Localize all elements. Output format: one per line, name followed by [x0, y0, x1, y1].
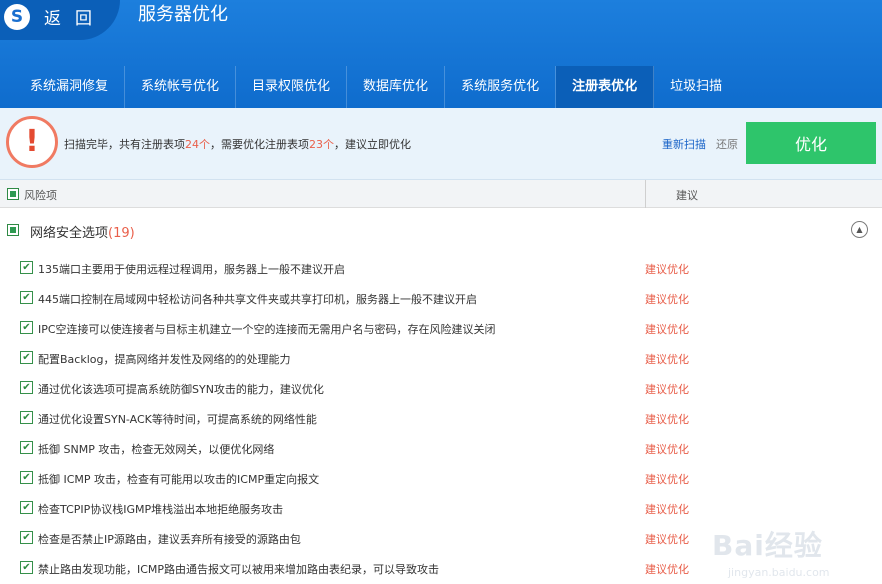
item-checkbox[interactable]: ✔: [20, 561, 33, 574]
watermark-text: Bai经验: [712, 529, 823, 562]
list-item: ✔ 135端口主要用于使用远程过程调用，服务器上一般不建议开启 建议优化: [0, 253, 882, 283]
back-button-area[interactable]: S 返回: [0, 0, 120, 40]
column-risk: 风险项: [24, 189, 57, 202]
list-item: ✔ 445端口控制在局域网中轻松访问各种共享文件夹或共享打印机，服务器上一般不建…: [0, 283, 882, 313]
item-advice: 建议优化: [645, 443, 689, 456]
column-header: 风险项 建议: [0, 180, 882, 208]
tab-registry[interactable]: 注册表优化: [556, 66, 655, 108]
item-description: 检查是否禁止IP源路由，建议丢弃所有接受的源路由包: [38, 533, 301, 546]
list-item: ✔ 抵御 ICMP 攻击，检查有可能用以攻击的ICMP重定向报文 建议优化: [0, 463, 882, 493]
warning-icon: !: [6, 116, 58, 168]
status-text-3: ，建议立即优化: [334, 138, 411, 151]
list-item: ✔ 通过优化设置SYN-ACK等待时间，可提高系统的网络性能 建议优化: [0, 403, 882, 433]
header-bar: S 返回 服务器优化 系统漏洞修复 系统帐号优化 目录权限优化 数据库优化 系统…: [0, 0, 882, 108]
category-title-text: 网络安全选项: [30, 226, 109, 241]
list-item: ✔ 配置Backlog，提高网络并发性及网络的的处理能力 建议优化: [0, 343, 882, 373]
list-item: ✔ 检查TCPIP协议栈IGMP堆栈溢出本地拒绝服务攻击 建议优化: [0, 493, 882, 523]
item-description: IPC空连接可以使连接者与目标主机建立一个空的连接而无需用户名与密码，存在风险建…: [38, 323, 496, 336]
tab-bar: 系统漏洞修复 系统帐号优化 目录权限优化 数据库优化 系统服务优化 注册表优化 …: [14, 66, 738, 108]
total-count: 24个: [185, 138, 210, 151]
item-checkbox[interactable]: ✔: [20, 411, 33, 424]
warning-mark: !: [25, 124, 39, 159]
item-advice: 建议优化: [645, 533, 689, 546]
item-advice: 建议优化: [645, 503, 689, 516]
item-description: 445端口控制在局域网中轻松访问各种共享文件夹或共享打印机，服务器上一般不建议开…: [38, 293, 477, 306]
item-checkbox[interactable]: ✔: [20, 321, 33, 334]
list-item: ✔ 抵御 SNMP 攻击，检查无效网关，以便优化网络 建议优化: [0, 433, 882, 463]
tab-junk-scan[interactable]: 垃圾扫描: [654, 66, 738, 108]
item-checkbox[interactable]: ✔: [20, 351, 33, 364]
status-text-2: ，需要优化注册表项: [210, 138, 309, 151]
item-checkbox[interactable]: ✔: [20, 291, 33, 304]
item-description: 检查TCPIP协议栈IGMP堆栈溢出本地拒绝服务攻击: [38, 503, 284, 516]
column-advice: 建议: [676, 189, 698, 202]
tab-system-vuln-fix[interactable]: 系统漏洞修复: [14, 66, 126, 108]
collapse-icon[interactable]: ▲: [851, 221, 868, 238]
item-checkbox[interactable]: ✔: [20, 531, 33, 544]
item-checkbox[interactable]: ✔: [20, 441, 33, 454]
optimize-button[interactable]: 优化: [746, 122, 876, 164]
item-checkbox[interactable]: ✔: [20, 261, 33, 274]
item-checkbox[interactable]: ✔: [20, 501, 33, 514]
logo-letter: S: [10, 7, 24, 27]
item-checkbox[interactable]: ✔: [20, 471, 33, 484]
category-title: 网络安全选项(19): [30, 222, 135, 241]
tab-database[interactable]: 数据库优化: [347, 66, 446, 108]
item-description: 通过优化该选项可提高系统防御SYN攻击的能力，建议优化: [38, 383, 324, 396]
item-advice: 建议优化: [645, 263, 689, 276]
back-button[interactable]: 返回: [44, 4, 106, 29]
item-description: 135端口主要用于使用远程过程调用，服务器上一般不建议开启: [38, 263, 345, 276]
watermark-url: jingyan.baidu.com: [728, 566, 830, 579]
item-advice: 建议优化: [645, 563, 689, 576]
item-advice: 建议优化: [645, 353, 689, 366]
tab-system-account[interactable]: 系统帐号优化: [125, 66, 237, 108]
item-advice: 建议优化: [645, 293, 689, 306]
item-description: 禁止路由发现功能，ICMP路由通告报文可以被用来增加路由表纪录，可以导致攻击: [38, 563, 440, 576]
item-description: 抵御 SNMP 攻击，检查无效网关，以便优化网络: [38, 443, 275, 456]
optimize-count: 23个: [309, 138, 334, 151]
item-advice: 建议优化: [645, 383, 689, 396]
list-item: ✔ 通过优化该选项可提高系统防御SYN攻击的能力，建议优化 建议优化: [0, 373, 882, 403]
status-text-1: 扫描完毕，共有注册表项: [64, 138, 185, 151]
column-divider: [645, 180, 646, 208]
item-description: 抵御 ICMP 攻击，检查有可能用以攻击的ICMP重定向报文: [38, 473, 320, 486]
restore-link[interactable]: 还原: [716, 136, 738, 152]
item-advice: 建议优化: [645, 323, 689, 336]
app-logo-icon: S: [4, 4, 30, 30]
list-item: ✔ IPC空连接可以使连接者与目标主机建立一个空的连接而无需用户名与密码，存在风…: [0, 313, 882, 343]
page-title: 服务器优化: [138, 4, 228, 25]
tab-system-service[interactable]: 系统服务优化: [445, 66, 557, 108]
item-advice: 建议优化: [645, 413, 689, 426]
tab-directory-permission[interactable]: 目录权限优化: [236, 66, 348, 108]
scan-result-message: 扫描完毕，共有注册表项24个，需要优化注册表项23个，建议立即优化: [64, 136, 411, 152]
scan-status-bar: ! 扫描完毕，共有注册表项24个，需要优化注册表项23个，建议立即优化 重新扫描…: [0, 108, 882, 180]
item-advice: 建议优化: [645, 473, 689, 486]
item-description: 配置Backlog，提高网络并发性及网络的的处理能力: [38, 353, 291, 366]
category-network-security[interactable]: 网络安全选项(19) ▲: [0, 212, 882, 246]
select-all-checkbox[interactable]: [7, 188, 19, 200]
item-checkbox[interactable]: ✔: [20, 381, 33, 394]
rescan-link[interactable]: 重新扫描: [662, 136, 706, 152]
baidu-watermark: Bai经验 jingyan.baidu.com: [692, 520, 874, 580]
category-checkbox[interactable]: [7, 224, 19, 236]
item-description: 通过优化设置SYN-ACK等待时间，可提高系统的网络性能: [38, 413, 317, 426]
collapse-glyph: ▲: [856, 225, 863, 234]
category-count: (19): [108, 226, 135, 241]
